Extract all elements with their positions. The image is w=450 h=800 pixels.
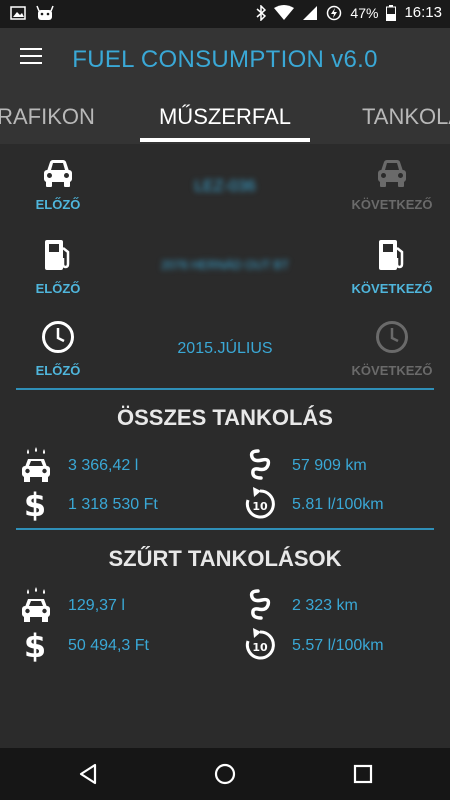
road-icon — [249, 589, 271, 620]
summary-all-title: ÖSSZES TANKOLÁS — [117, 405, 333, 430]
clock-icon — [42, 321, 74, 353]
summary-filtered-distance: 2 323 km — [292, 597, 358, 614]
consumption-10-icon: 10 — [245, 628, 275, 660]
tab-bar: GRAFIKON MŰSZERFAL TANKOLÁS — [0, 90, 450, 144]
home-icon[interactable] — [213, 762, 237, 786]
vehicle-value: LEZ-036 — [194, 178, 256, 195]
fuel-car-icon — [22, 447, 50, 482]
system-nav-bar — [0, 748, 450, 800]
summary-all-consumption: 5.81 l/100km — [292, 496, 384, 513]
period-next-label: KÖVETKEZŐ — [351, 363, 433, 378]
summary-filtered-title: SZŰRT TANKOLÁSOK — [108, 546, 342, 571]
vehicle-prev-label: ELŐZŐ — [35, 197, 81, 212]
signal-icon — [303, 5, 318, 20]
fuel-car-icon — [22, 587, 50, 622]
clock-time: 16:13 — [404, 4, 442, 21]
active-tab-indicator — [140, 138, 310, 142]
dollar-icon: $ — [24, 627, 46, 663]
dollar-icon: $ — [24, 486, 46, 522]
period-prev-button[interactable]: ELŐZŐ — [8, 320, 108, 378]
road-icon — [249, 449, 271, 480]
vehicle-prev-button[interactable]: ELŐZŐ — [8, 158, 108, 212]
android-notification-icon — [36, 5, 54, 20]
summary-all-distance: 57 909 km — [292, 457, 367, 474]
fuel-pump-icon — [379, 240, 404, 270]
clock-icon — [376, 321, 408, 353]
image-notification-icon — [10, 6, 26, 20]
vehicle-next-label: KÖVETKEZŐ — [351, 197, 433, 212]
battery-icon — [386, 4, 397, 21]
summary-filtered-consumption: 5.57 l/100km — [292, 637, 384, 654]
summary-all-fuel: 3 366,42 l — [68, 457, 139, 474]
period-value: 2015.JÚLIUS — [177, 340, 273, 357]
wifi-icon — [274, 4, 295, 20]
data-saver-icon — [327, 5, 342, 20]
back-icon[interactable] — [77, 762, 99, 786]
car-icon — [44, 160, 72, 187]
tab-tankolas[interactable]: TANKOLÁS — [362, 104, 450, 130]
recents-icon[interactable] — [352, 762, 374, 786]
svg-text:$: $ — [24, 627, 46, 663]
refuel-prev-button[interactable]: ELŐZŐ — [8, 238, 108, 296]
divider — [16, 388, 434, 390]
summary-all-cost: 1 318 530 Ft — [68, 496, 158, 513]
bluetooth-icon — [256, 4, 267, 21]
refuel-next-button[interactable]: KÖVETKEZŐ — [342, 238, 442, 296]
fuel-pump-icon — [45, 240, 70, 270]
refuel-next-label: KÖVETKEZŐ — [351, 281, 433, 296]
consumption-10-icon: 10 — [245, 487, 275, 519]
app-bar: FUEL CONSUMPTION v6.0 — [0, 28, 450, 90]
status-bar: 47% 16:13 — [0, 0, 450, 28]
app-title: FUEL CONSUMPTION v6.0 — [72, 46, 378, 73]
period-next-button[interactable]: KÖVETKEZŐ — [342, 320, 442, 378]
svg-text:$: $ — [24, 486, 46, 522]
refuel-prev-label: ELŐZŐ — [35, 281, 81, 296]
summary-filtered-cost: 50 494,3 Ft — [68, 637, 149, 654]
vehicle-next-button[interactable]: KÖVETKEZŐ — [342, 158, 442, 212]
divider — [16, 528, 434, 530]
refuel-value: 2076 HERNÁD OUT BT — [161, 258, 289, 272]
svg-text:10: 10 — [252, 500, 268, 513]
svg-text:10: 10 — [252, 641, 268, 654]
summary-filtered-fuel: 129,37 l — [68, 597, 125, 614]
battery-percent: 47% — [350, 4, 379, 21]
car-icon — [378, 160, 406, 187]
period-prev-label: ELŐZŐ — [35, 363, 81, 378]
